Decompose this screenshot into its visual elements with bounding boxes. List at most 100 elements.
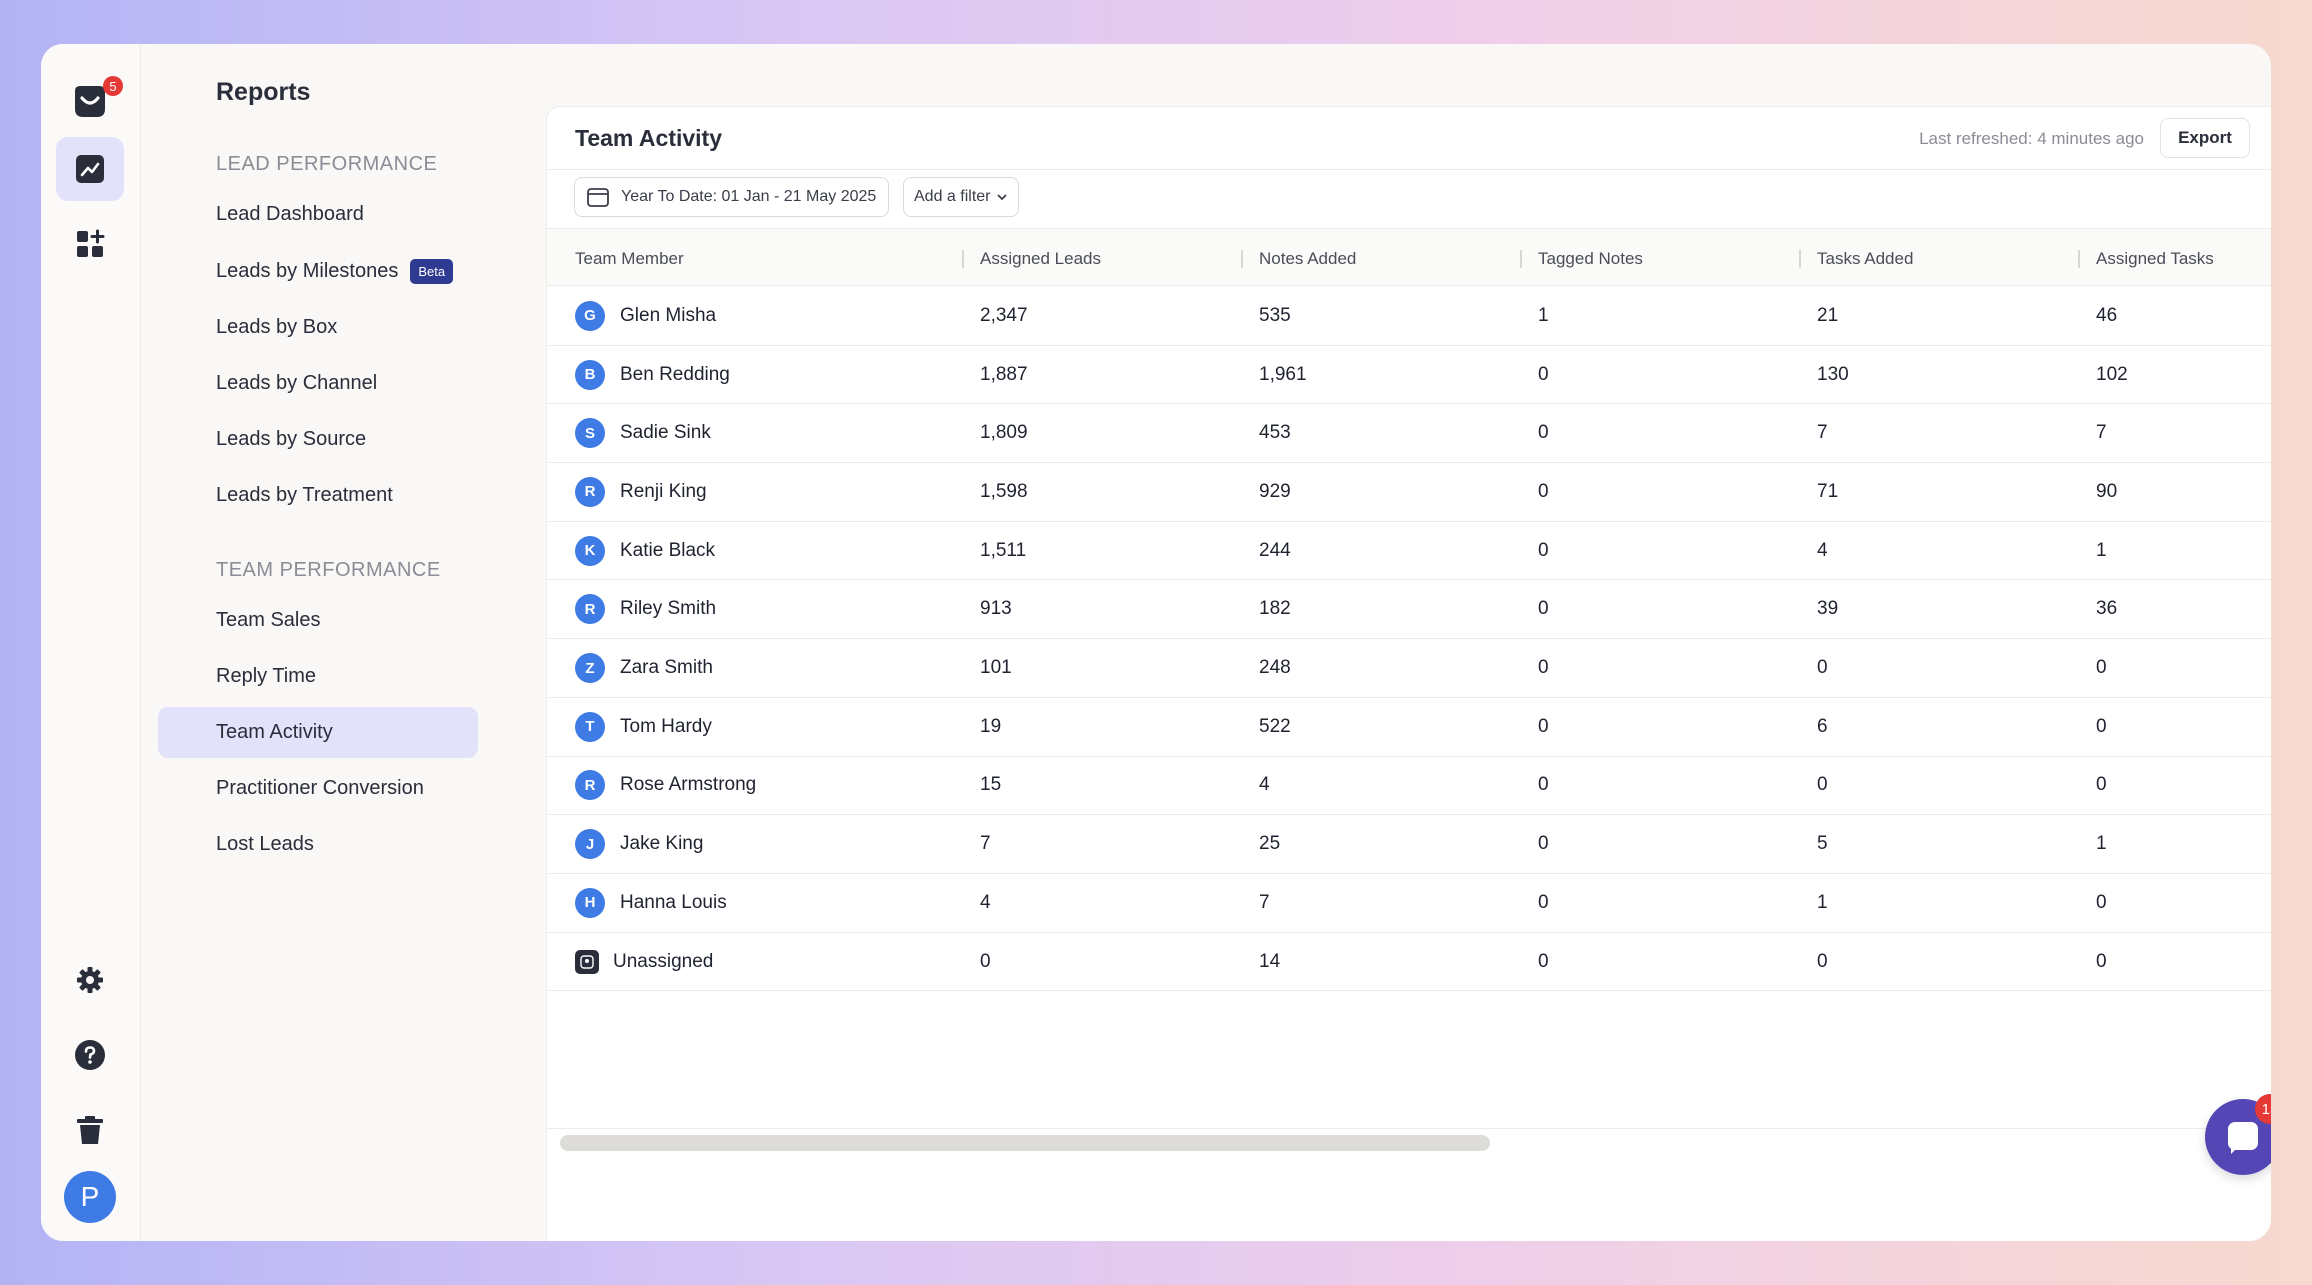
chevron-down-icon — [997, 194, 1008, 201]
table-row[interactable]: R Renji King 1,598 929 0 71 90 — [547, 463, 2271, 522]
table-row[interactable]: K Katie Black 1,511 244 0 4 1 — [547, 522, 2271, 581]
member-avatar: B — [575, 359, 605, 390]
sidebar-item-reply-time[interactable]: Reply Time — [158, 651, 478, 702]
notes-added-cell: 535 — [1259, 304, 1291, 326]
reports-nav-button[interactable] — [56, 137, 124, 201]
member-name: Glen Misha — [620, 304, 717, 326]
calendar-icon — [587, 188, 609, 207]
member-name: Riley Smith — [620, 598, 717, 620]
user-avatar[interactable]: P — [64, 1171, 116, 1223]
table-row[interactable]: R Riley Smith 913 182 0 39 36 — [547, 581, 2271, 640]
tasks-added-cell: 6 — [1817, 715, 1828, 737]
sidebar-item-leads-by-treatment[interactable]: Leads by Treatment — [158, 470, 478, 521]
sidebar-item-label: Leads by Treatment — [216, 484, 393, 506]
table-row[interactable]: H Hanna Louis 4 7 0 1 0 — [547, 874, 2271, 933]
sidebar-item-leads-by-box[interactable]: Leads by Box — [158, 302, 478, 353]
table-row[interactable]: Unassigned 0 14 0 0 0 — [547, 933, 2271, 992]
table-row[interactable]: Z Zara Smith 101 248 0 0 0 — [547, 639, 2271, 698]
member-name: Jake King — [620, 833, 704, 855]
horizontal-scrollbar[interactable] — [560, 1135, 1490, 1151]
assigned-tasks-cell: 0 — [2096, 715, 2107, 737]
assigned-tasks-cell: 90 — [2096, 480, 2118, 502]
tasks-added-cell: 5 — [1817, 833, 1828, 855]
widgets-nav-button[interactable] — [56, 212, 124, 276]
sidebar-item-team-sales[interactable]: Team Sales — [158, 595, 478, 646]
sidebar-item-practitioner-conversion[interactable]: Practitioner Conversion — [158, 763, 478, 814]
table-row[interactable]: B Ben Redding 1,887 1,961 0 130 102 — [547, 346, 2271, 405]
table-row[interactable]: G Glen Misha 2,347 535 1 21 46 — [547, 287, 2271, 346]
assigned-leads-cell: 15 — [980, 774, 1002, 796]
column-header-tasks-added[interactable]: Tasks Added — [1817, 249, 1913, 269]
member-avatar: T — [575, 711, 605, 742]
tagged-notes-cell: 0 — [1538, 891, 1549, 913]
table-row[interactable]: J Jake King 7 25 0 5 1 — [547, 815, 2271, 874]
page-title: Team Activity — [575, 125, 722, 151]
sidebar-item-leads-by-source[interactable]: Leads by Source — [158, 414, 478, 465]
reports-sidebar: Reports LEAD PERFORMANCE Lead Dashboard … — [141, 44, 521, 1241]
add-filter-button[interactable]: Add a filter — [903, 177, 1020, 217]
column-header-tagged-notes[interactable]: Tagged Notes — [1538, 249, 1643, 269]
assigned-tasks-cell: 36 — [2096, 598, 2118, 620]
tasks-added-cell: 39 — [1817, 598, 1839, 620]
tagged-notes-cell: 0 — [1538, 657, 1549, 679]
notes-added-cell: 25 — [1259, 833, 1281, 855]
member-name: Unassigned — [613, 950, 714, 972]
assigned-leads-cell: 1,809 — [980, 422, 1028, 444]
sidebar-item-leads-by-milestones[interactable]: Leads by Milestones Beta — [158, 246, 478, 297]
tagged-notes-cell: 1 — [1538, 304, 1549, 326]
app-logo-button[interactable]: 5 — [56, 70, 124, 134]
table-row[interactable]: S Sadie Sink 1,809 453 0 7 7 — [547, 404, 2271, 464]
team-member-cell: K Katie Black — [575, 535, 716, 566]
member-avatar: H — [575, 887, 605, 918]
sidebar-item-label: Leads by Box — [216, 316, 338, 338]
report-card: Team Activity Last refreshed: 4 minutes … — [546, 106, 2271, 1241]
member-avatar: Z — [575, 653, 605, 684]
tagged-notes-cell: 0 — [1538, 422, 1549, 444]
sidebar-item-leads-by-channel[interactable]: Leads by Channel — [158, 358, 478, 409]
assigned-tasks-cell: 46 — [2096, 304, 2118, 326]
notes-added-cell: 248 — [1259, 657, 1291, 679]
tasks-added-cell: 0 — [1817, 657, 1828, 679]
column-header-team-member[interactable]: Team Member — [575, 249, 684, 269]
section-heading-team-performance: TEAM PERFORMANCE — [216, 559, 441, 581]
tagged-notes-cell: 0 — [1538, 539, 1549, 561]
tasks-added-cell: 0 — [1817, 774, 1828, 796]
assigned-tasks-cell: 0 — [2096, 950, 2107, 972]
help-icon — [75, 1040, 105, 1070]
export-button[interactable]: Export — [2160, 118, 2250, 158]
sidebar-item-label: Leads by Milestones — [216, 260, 399, 282]
team-member-cell: Z Zara Smith — [575, 653, 713, 684]
assigned-leads-cell: 7 — [980, 833, 991, 855]
widgets-icon — [77, 229, 105, 257]
member-avatar: R — [575, 476, 605, 507]
member-name: Sadie Sink — [620, 422, 711, 444]
sidebar-item-lead-dashboard[interactable]: Lead Dashboard — [158, 189, 478, 240]
table-row[interactable]: T Tom Hardy 19 522 0 6 0 — [547, 698, 2271, 757]
column-header-notes-added[interactable]: Notes Added — [1259, 249, 1356, 269]
column-header-assigned-leads[interactable]: Assigned Leads — [980, 249, 1101, 269]
member-name: Katie Black — [620, 539, 716, 561]
table-row[interactable]: R Rose Armstrong 15 4 0 0 0 — [547, 757, 2271, 816]
column-header-assigned-tasks[interactable]: Assigned Tasks — [2096, 249, 2214, 269]
notes-added-cell: 244 — [1259, 539, 1291, 561]
notes-added-cell: 7 — [1259, 891, 1270, 913]
assigned-tasks-cell: 0 — [2096, 891, 2107, 913]
team-member-cell: R Renji King — [575, 476, 707, 507]
sidebar-item-label: Team Sales — [216, 609, 321, 631]
date-filter-button[interactable]: Year To Date: 01 Jan - 21 May 2025 — [574, 177, 890, 217]
sidebar-item-team-activity[interactable]: Team Activity — [158, 707, 478, 758]
help-button[interactable] — [56, 1023, 124, 1087]
notes-added-cell: 1,961 — [1259, 363, 1307, 385]
settings-button[interactable] — [56, 948, 124, 1012]
section-heading-lead-performance: LEAD PERFORMANCE — [216, 153, 438, 175]
tagged-notes-cell: 0 — [1538, 715, 1549, 737]
tasks-added-cell: 1 — [1817, 891, 1828, 913]
sidebar-item-label: Leads by Channel — [216, 372, 378, 394]
member-name: Ben Redding — [620, 363, 730, 385]
column-separator — [962, 250, 964, 268]
trash-button[interactable] — [56, 1098, 124, 1162]
tagged-notes-cell: 0 — [1538, 833, 1549, 855]
member-name: Renji King — [620, 480, 707, 502]
chat-button[interactable]: 15 — [2205, 1094, 2271, 1175]
sidebar-item-lost-leads[interactable]: Lost Leads — [158, 819, 478, 870]
